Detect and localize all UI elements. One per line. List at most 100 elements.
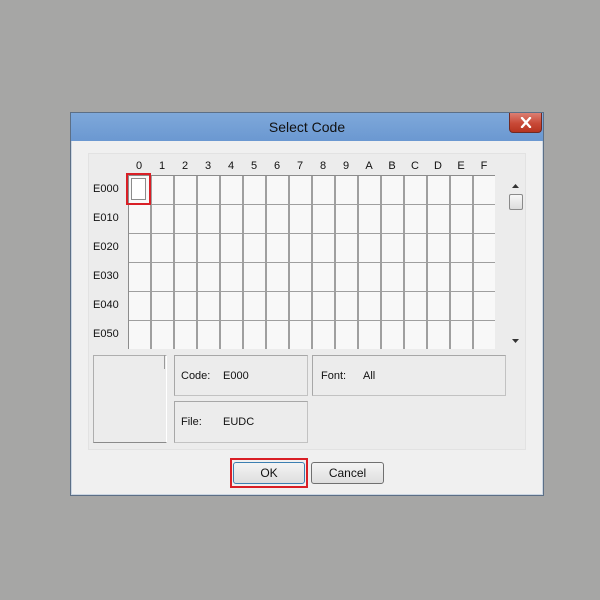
code-cell[interactable]	[290, 176, 311, 204]
cancel-button[interactable]: Cancel	[311, 462, 384, 484]
scroll-up-arrow-icon[interactable]	[511, 183, 520, 189]
code-cell[interactable]	[359, 263, 380, 291]
code-cell[interactable]	[267, 321, 288, 349]
code-cell[interactable]	[129, 205, 150, 233]
code-cell[interactable]	[152, 321, 173, 349]
code-cell[interactable]	[198, 292, 219, 320]
code-cell[interactable]	[267, 263, 288, 291]
code-cell[interactable]	[382, 205, 403, 233]
code-cell[interactable]	[382, 234, 403, 262]
code-cell[interactable]	[336, 321, 357, 349]
code-cell[interactable]	[451, 292, 472, 320]
code-cell[interactable]	[267, 205, 288, 233]
code-cell[interactable]	[313, 263, 334, 291]
code-cell[interactable]	[244, 263, 265, 291]
code-cell[interactable]	[336, 292, 357, 320]
code-cell[interactable]	[405, 205, 426, 233]
code-cell[interactable]	[175, 205, 196, 233]
code-cell[interactable]	[474, 205, 495, 233]
code-cell[interactable]	[336, 234, 357, 262]
code-cell[interactable]	[175, 321, 196, 349]
code-cell[interactable]	[451, 321, 472, 349]
code-cell[interactable]	[428, 321, 449, 349]
code-cell[interactable]	[451, 205, 472, 233]
code-cell[interactable]	[152, 176, 173, 204]
code-cell[interactable]	[198, 176, 219, 204]
code-cell[interactable]	[267, 176, 288, 204]
code-cell[interactable]	[152, 292, 173, 320]
code-cell[interactable]	[359, 292, 380, 320]
code-cell[interactable]	[451, 234, 472, 262]
code-cell[interactable]	[244, 176, 265, 204]
code-cell[interactable]	[428, 292, 449, 320]
code-cell[interactable]	[428, 234, 449, 262]
code-cell[interactable]	[129, 263, 150, 291]
code-cell[interactable]	[382, 292, 403, 320]
code-cell[interactable]	[244, 205, 265, 233]
code-cell[interactable]	[267, 234, 288, 262]
code-cell[interactable]	[152, 205, 173, 233]
code-cell[interactable]	[198, 321, 219, 349]
scrollbar-thumb[interactable]	[509, 194, 523, 210]
code-cell[interactable]	[313, 292, 334, 320]
code-cell[interactable]	[474, 321, 495, 349]
code-cell[interactable]	[129, 234, 150, 262]
code-cell[interactable]	[244, 321, 265, 349]
code-cell[interactable]	[175, 292, 196, 320]
code-cell[interactable]	[428, 263, 449, 291]
scroll-down-arrow-icon[interactable]	[511, 338, 520, 344]
code-cell[interactable]	[405, 292, 426, 320]
code-cell[interactable]	[451, 176, 472, 204]
code-cell[interactable]	[290, 234, 311, 262]
code-cell[interactable]	[336, 176, 357, 204]
close-button[interactable]	[509, 113, 542, 133]
code-cell[interactable]	[221, 292, 242, 320]
code-cell[interactable]	[244, 234, 265, 262]
code-cell[interactable]	[313, 234, 334, 262]
code-cell[interactable]	[405, 321, 426, 349]
code-cell[interactable]	[290, 321, 311, 349]
code-cell[interactable]	[221, 263, 242, 291]
code-cell[interactable]	[129, 321, 150, 349]
code-cell[interactable]	[382, 176, 403, 204]
code-cell[interactable]	[474, 263, 495, 291]
code-cell[interactable]	[336, 263, 357, 291]
code-cell[interactable]	[359, 321, 380, 349]
selected-cell[interactable]	[131, 178, 146, 200]
code-cell[interactable]	[290, 205, 311, 233]
code-cell[interactable]	[474, 234, 495, 262]
code-cell[interactable]	[221, 205, 242, 233]
code-cell[interactable]	[290, 263, 311, 291]
code-cell[interactable]	[198, 234, 219, 262]
code-cell[interactable]	[474, 292, 495, 320]
code-cell[interactable]	[267, 292, 288, 320]
code-cell[interactable]	[152, 234, 173, 262]
ok-button[interactable]: OK	[233, 462, 305, 484]
code-cell[interactable]	[221, 321, 242, 349]
code-cell[interactable]	[474, 176, 495, 204]
code-cell[interactable]	[221, 176, 242, 204]
code-cell[interactable]	[382, 263, 403, 291]
code-cell[interactable]	[405, 234, 426, 262]
code-cell[interactable]	[244, 292, 265, 320]
code-cell[interactable]	[382, 321, 403, 349]
code-cell[interactable]	[129, 292, 150, 320]
code-cell[interactable]	[198, 263, 219, 291]
code-cell[interactable]	[451, 263, 472, 291]
code-cell[interactable]	[428, 176, 449, 204]
code-cell[interactable]	[290, 292, 311, 320]
code-cell[interactable]	[313, 176, 334, 204]
code-cell[interactable]	[313, 205, 334, 233]
code-cell[interactable]	[336, 205, 357, 233]
code-cell[interactable]	[405, 263, 426, 291]
code-cell[interactable]	[359, 234, 380, 262]
code-cell[interactable]	[359, 205, 380, 233]
code-cell[interactable]	[221, 234, 242, 262]
code-cell[interactable]	[198, 205, 219, 233]
code-cell[interactable]	[313, 321, 334, 349]
code-cell[interactable]	[175, 263, 196, 291]
code-cell[interactable]	[405, 176, 426, 204]
code-cell[interactable]	[359, 176, 380, 204]
code-cell[interactable]	[175, 176, 196, 204]
code-cell[interactable]	[175, 234, 196, 262]
